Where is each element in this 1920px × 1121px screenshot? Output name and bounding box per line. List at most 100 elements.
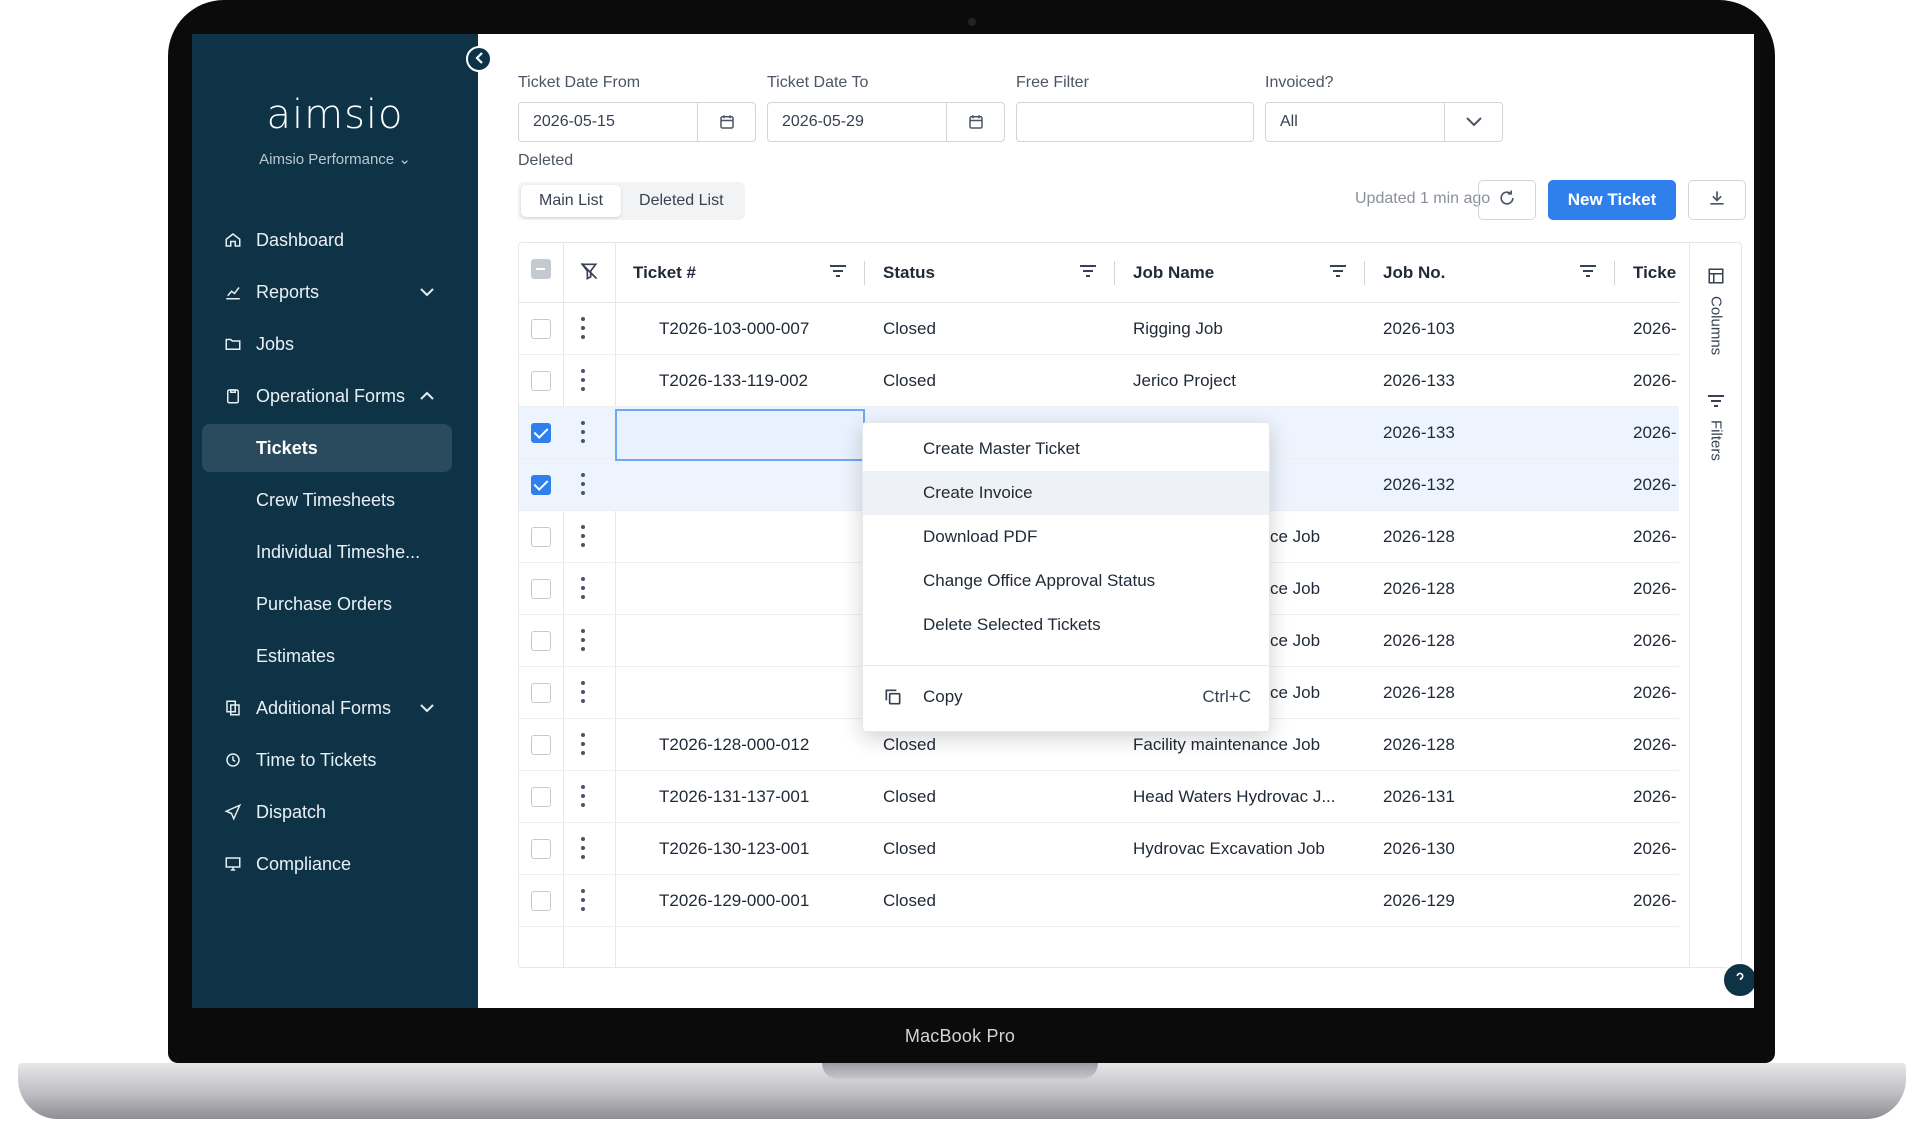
sidebar-item-individual-timesheets[interactable]: Individual Timeshe...	[202, 528, 452, 576]
row-checkbox[interactable]	[531, 579, 551, 599]
row-checkbox[interactable]	[531, 787, 551, 807]
cell-ticket-date[interactable]: 2026-	[1615, 563, 1679, 615]
new-ticket-button[interactable]: New Ticket	[1548, 180, 1676, 220]
calendar-icon[interactable]	[946, 103, 1004, 141]
cell-ticket-number[interactable]: T2026-130-123-001	[615, 823, 865, 875]
cell-ticket-date[interactable]: 2026-	[1615, 511, 1679, 563]
more-vertical-icon[interactable]	[581, 733, 585, 755]
cell-ticket-date[interactable]: 2026-	[1615, 355, 1679, 407]
filter-off-icon[interactable]	[579, 261, 599, 286]
cell-job-number[interactable]: 2026-128	[1365, 719, 1615, 771]
row-checkbox[interactable]	[531, 475, 551, 495]
column-filter-icon[interactable]	[1579, 263, 1597, 284]
column-job-name[interactable]: Job Name	[1115, 243, 1365, 303]
date-from-field[interactable]: 2026-05-15	[518, 102, 756, 142]
sidebar-item-dashboard[interactable]: Dashboard	[202, 216, 452, 264]
invoiced-select[interactable]: All	[1265, 102, 1503, 142]
column-filter-icon[interactable]	[829, 263, 847, 284]
cell-job-number[interactable]: 2026-131	[1365, 771, 1615, 823]
cell-ticket-number[interactable]: T2026-128-000-012	[615, 719, 865, 771]
tab-main-list[interactable]: Main List	[521, 185, 622, 217]
cell-ticket-number[interactable]	[615, 511, 865, 563]
cell-job-number[interactable]: 2026-133	[1365, 355, 1615, 407]
row-checkbox[interactable]	[531, 891, 551, 911]
cell-job-number[interactable]: 2026-130	[1365, 823, 1615, 875]
cell-status[interactable]: Closed	[865, 771, 1115, 823]
sidebar-item-crew-timesheets[interactable]: Crew Timesheets	[202, 476, 452, 524]
free-filter-input[interactable]	[1016, 102, 1254, 142]
cell-job-name[interactable]	[1115, 875, 1365, 927]
row-checkbox[interactable]	[531, 839, 551, 859]
menu-item-create-master-ticket[interactable]: Create Master Ticket	[863, 427, 1269, 471]
cell-ticket-number[interactable]	[615, 667, 865, 719]
cell-job-name[interactable]: Rigging Job	[1115, 303, 1365, 355]
cell-job-number[interactable]: 2026-133	[1365, 407, 1615, 459]
cell-job-number[interactable]: 2026-129	[1365, 875, 1615, 927]
focused-cell[interactable]	[615, 409, 865, 461]
calendar-icon[interactable]	[697, 103, 755, 141]
cell-status[interactable]: Closed	[865, 823, 1115, 875]
menu-item-create-invoice[interactable]: Create Invoice	[863, 471, 1269, 515]
cell-ticket-date[interactable]: 2026-	[1615, 303, 1679, 355]
table-row[interactable]: T2026-133-119-002 Closed Jerico Project 202…	[519, 355, 1679, 407]
cell-job-number[interactable]: 2026-132	[1365, 459, 1615, 511]
cell-ticket-number[interactable]	[615, 563, 865, 615]
sidebar-item-purchase-orders[interactable]: Purchase Orders	[202, 580, 452, 628]
sidebar-item-time-to-tickets[interactable]: Time to Tickets	[202, 736, 452, 784]
row-checkbox[interactable]	[531, 735, 551, 755]
cell-ticket-number[interactable]: T2026-133-119-002	[615, 355, 865, 407]
help-widget-button[interactable]	[1722, 962, 1754, 998]
cell-ticket-date[interactable]: 2026-	[1615, 667, 1679, 719]
select-all-checkbox[interactable]	[531, 259, 551, 279]
cell-ticket-date[interactable]: 2026-	[1615, 459, 1679, 511]
cell-ticket-date[interactable]: 2026-	[1615, 823, 1679, 875]
more-vertical-icon[interactable]	[581, 681, 585, 703]
refresh-button[interactable]	[1478, 180, 1536, 220]
more-vertical-icon[interactable]	[581, 473, 585, 495]
row-checkbox[interactable]	[531, 319, 551, 339]
cell-ticket-number[interactable]: T2026-129-000-001	[615, 875, 865, 927]
cell-status[interactable]: Closed	[865, 303, 1115, 355]
more-vertical-icon[interactable]	[581, 525, 585, 547]
tab-filters[interactable]: Filters	[1702, 393, 1730, 461]
column-ticket-number[interactable]: Ticket #	[615, 243, 865, 303]
date-to-field[interactable]: 2026-05-29	[767, 102, 1005, 142]
cell-job-number[interactable]: 2026-128	[1365, 563, 1615, 615]
cell-ticket-date[interactable]: 2026-	[1615, 771, 1679, 823]
cell-job-name[interactable]: Hydrovac Excavation Job	[1115, 823, 1365, 875]
more-vertical-icon[interactable]	[581, 785, 585, 807]
row-checkbox[interactable]	[531, 423, 551, 443]
row-checkbox[interactable]	[531, 631, 551, 651]
tab-columns[interactable]: Columns	[1702, 267, 1730, 355]
cell-ticket-number[interactable]	[615, 615, 865, 667]
column-job-number[interactable]: Job No.	[1365, 243, 1615, 303]
cell-ticket-number[interactable]	[615, 459, 865, 511]
sidebar-item-estimates[interactable]: Estimates	[202, 632, 452, 680]
chevron-down-icon[interactable]	[1444, 103, 1502, 141]
row-checkbox[interactable]	[531, 683, 551, 703]
collapse-sidebar-button[interactable]	[466, 46, 492, 72]
table-row[interactable]: T2026-130-123-001 Closed Hydrovac Excavati…	[519, 823, 1679, 875]
more-vertical-icon[interactable]	[581, 577, 585, 599]
more-vertical-icon[interactable]	[581, 629, 585, 651]
menu-item-copy[interactable]: Copy Ctrl+C	[863, 675, 1269, 719]
column-filter-icon[interactable]	[1079, 263, 1097, 284]
org-switcher[interactable]: Aimsio Performance ⌄	[192, 150, 478, 168]
cell-job-number[interactable]: 2026-128	[1365, 511, 1615, 563]
table-row[interactable]: T2026-129-000-001 Closed 2026-129 2026-	[519, 875, 1679, 927]
menu-item-change-office-approval-status[interactable]: Change Office Approval Status	[863, 559, 1269, 603]
cell-job-name[interactable]: Jerico Project	[1115, 355, 1365, 407]
sidebar-item-reports[interactable]: Reports	[202, 268, 452, 316]
more-vertical-icon[interactable]	[581, 369, 585, 391]
column-status[interactable]: Status	[865, 243, 1115, 303]
sidebar-item-additional-forms[interactable]: Additional Forms	[202, 684, 452, 732]
more-vertical-icon[interactable]	[581, 837, 585, 859]
more-vertical-icon[interactable]	[581, 317, 585, 339]
more-vertical-icon[interactable]	[581, 421, 585, 443]
cell-ticket-date[interactable]: 2026-	[1615, 719, 1679, 771]
cell-ticket-number[interactable]: T2026-103-000-007	[615, 303, 865, 355]
cell-job-number[interactable]: 2026-128	[1365, 615, 1615, 667]
cell-status[interactable]: Closed	[865, 355, 1115, 407]
sidebar-item-jobs[interactable]: Jobs	[202, 320, 452, 368]
cell-status[interactable]: Closed	[865, 875, 1115, 927]
